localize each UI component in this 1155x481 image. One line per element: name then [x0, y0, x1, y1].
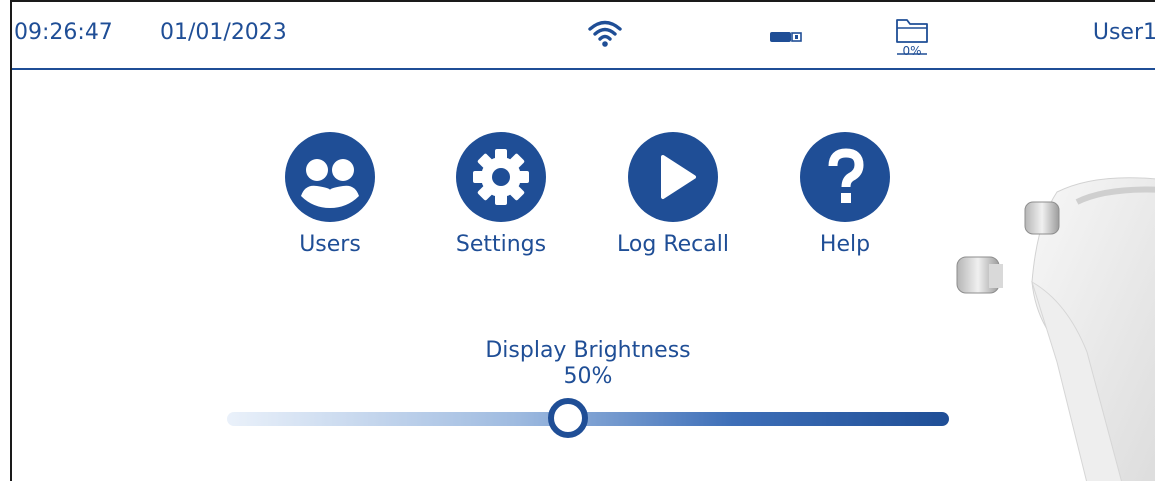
help-button[interactable]: Help — [755, 132, 935, 272]
gear-icon — [456, 132, 546, 222]
settings-button[interactable]: Settings — [411, 132, 591, 272]
brightness-value: 50% — [563, 364, 613, 389]
users-button[interactable]: Users — [240, 132, 420, 272]
question-icon — [800, 132, 890, 222]
help-label: Help — [819, 232, 871, 257]
play-icon — [628, 132, 718, 222]
settings-label: Settings — [455, 232, 547, 257]
brightness-title: Display Brightness — [485, 338, 691, 363]
log-recall-button[interactable]: Log Recall — [583, 132, 763, 272]
log-recall-label: Log Recall — [617, 232, 729, 257]
brightness-slider[interactable] — [227, 412, 949, 426]
wifi-icon — [588, 20, 622, 47]
usb-icon — [770, 32, 802, 42]
status-bar: 09:26:47 01/01/2023 0% User1 — [12, 2, 1155, 70]
users-icon — [285, 132, 375, 222]
users-label: Users — [299, 232, 361, 257]
status-time: 09:26:47 — [14, 20, 113, 45]
device-screen: 09:26:47 01/01/2023 0% User1 Users Setti… — [10, 0, 1155, 481]
instrument-arm-image — [956, 177, 1155, 481]
storage-percent: 0% — [902, 44, 922, 58]
current-user[interactable]: User1 — [1093, 20, 1155, 45]
status-date: 01/01/2023 — [160, 20, 287, 45]
brightness-slider-handle[interactable] — [548, 398, 588, 438]
